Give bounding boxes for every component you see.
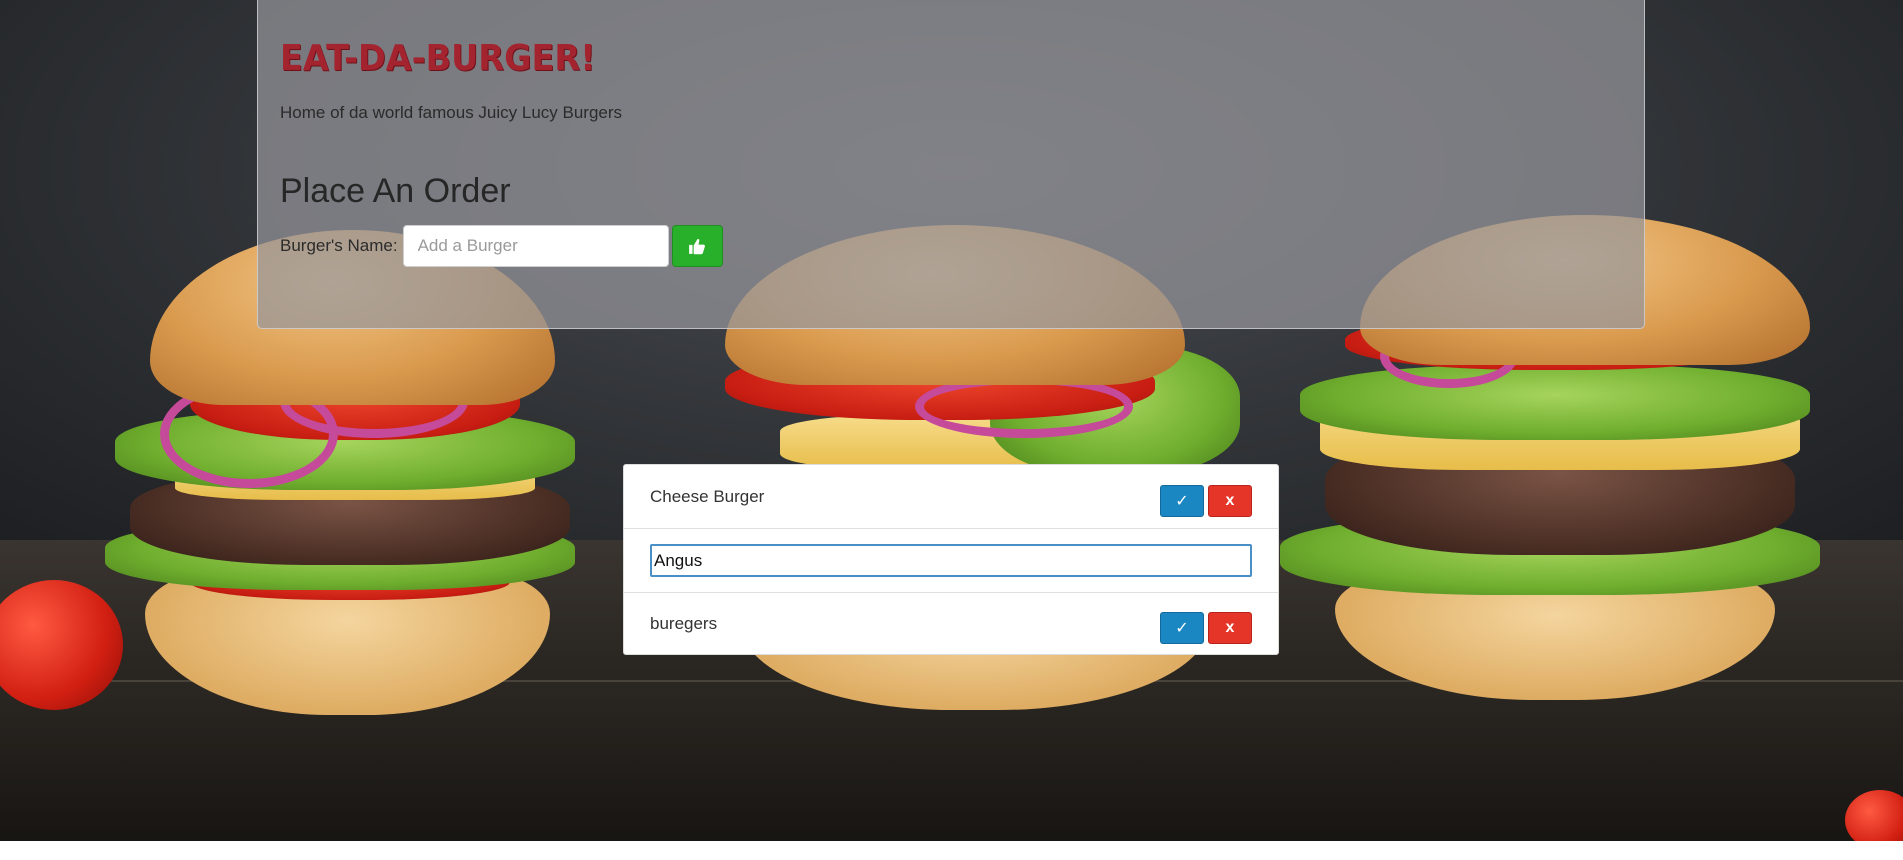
tagline: Home of da world famous Juicy Lucy Burge… xyxy=(280,103,623,122)
devour-button[interactable]: ✓ xyxy=(1160,612,1204,644)
thumbs-up-icon xyxy=(689,238,706,255)
item-actions: ✓ x xyxy=(1160,484,1252,517)
header-jumbotron: Eat-Da-Burger! Home of da world famous J… xyxy=(257,0,1645,329)
order-heading: Place An Order xyxy=(280,172,511,210)
burger-item-name: Cheese Burger xyxy=(650,486,765,506)
burger-list: Cheese Burger ✓ x buregers ✓ x xyxy=(623,464,1279,655)
list-item-editing xyxy=(624,529,1278,593)
submit-burger-button[interactable] xyxy=(671,225,723,267)
burger-name-input[interactable] xyxy=(402,225,669,267)
delete-button[interactable]: x xyxy=(1208,612,1252,644)
burger-edit-input[interactable] xyxy=(650,544,1252,577)
delete-button[interactable]: x xyxy=(1208,484,1252,517)
burger-item-name: buregers xyxy=(650,614,718,633)
order-form: Burger's Name: xyxy=(280,224,723,268)
list-item: Cheese Burger ✓ x xyxy=(624,465,1278,529)
burger-name-label: Burger's Name: xyxy=(280,236,398,255)
item-actions: ✓ x xyxy=(1160,612,1252,644)
list-item: buregers ✓ x xyxy=(624,593,1278,655)
brand-title: Eat-Da-Burger! xyxy=(280,38,596,79)
devour-button[interactable]: ✓ xyxy=(1160,484,1204,517)
